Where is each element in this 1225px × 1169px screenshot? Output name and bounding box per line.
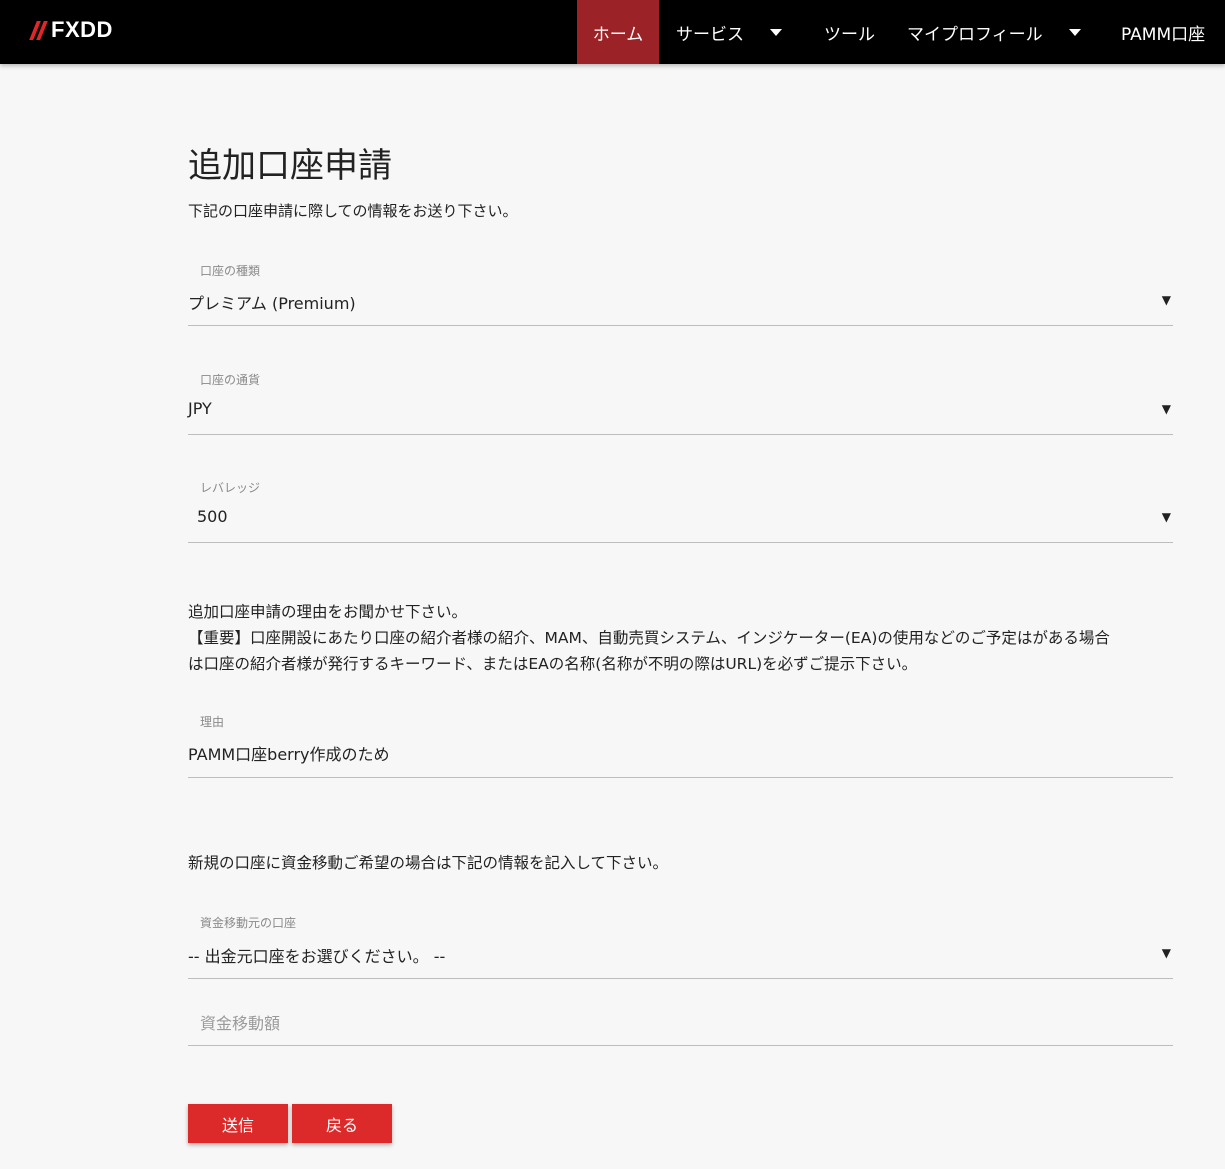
caret-down-icon — [1068, 28, 1081, 36]
nav-item-my-profile[interactable]: マイプロフィール — [907, 0, 1081, 64]
transfer-amount-input[interactable]: 資金移動額 — [188, 1000, 1173, 1046]
transfer-instructions: 新規の口座に資金移動ご希望の場合は下記の情報を記入して下さい。 — [188, 854, 669, 872]
triangle-down-icon: ▼ — [1161, 510, 1171, 524]
back-button[interactable]: 戻る — [292, 1104, 392, 1143]
transfer-source-select[interactable]: 資金移動元の口座 -- 出金元口座をお選びください。 -- ▼ — [188, 914, 1173, 979]
nav-item-label: ホーム — [592, 24, 644, 45]
page-subtitle: 下記の口座申請に際しての情報をお送り下さい。 — [188, 202, 518, 220]
leverage-select[interactable]: レバレッジ 500 ▼ — [188, 479, 1173, 543]
back-button-label: 戻る — [325, 1115, 358, 1135]
triangle-down-icon: ▼ — [1161, 402, 1171, 416]
top-navbar: FXDD ホーム サービス ツール マイプロフィール PAMM口座 — [0, 0, 1225, 64]
reason-input[interactable]: 理由 PAMM口座berry作成のため — [188, 713, 1173, 778]
nav-item-pamm[interactable]: PAMM口座 — [1121, 0, 1205, 64]
account-type-label: 口座の種類 — [200, 264, 261, 278]
currency-value: JPY — [188, 399, 212, 418]
currency-label: 口座の通貨 — [200, 373, 261, 387]
logo-text: FXDD — [51, 17, 113, 42]
nav-item-label: マイプロフィール — [907, 24, 1043, 45]
transfer-source-value: -- 出金元口座をお選びください。 -- — [188, 947, 446, 966]
nav-item-home[interactable]: ホーム — [577, 0, 659, 64]
nav-item-label: PAMM口座 — [1121, 24, 1206, 45]
transfer-source-label: 資金移動元の口座 — [200, 916, 297, 930]
reason-value: PAMM口座berry作成のため — [188, 745, 390, 764]
logo-slashes-icon — [29, 20, 48, 40]
submit-button[interactable]: 送信 — [188, 1104, 288, 1143]
currency-select[interactable]: 口座の通貨 JPY ▼ — [188, 371, 1173, 435]
fxdd-logo[interactable]: FXDD — [29, 17, 113, 43]
submit-button-label: 送信 — [221, 1115, 254, 1135]
reason-instruction-line: 追加口座申請の理由をお聞かせ下さい。 — [188, 603, 468, 621]
triangle-down-icon: ▼ — [1161, 293, 1171, 307]
account-type-select[interactable]: 口座の種類 プレミアム (Premium) ▼ — [188, 262, 1173, 326]
leverage-label: レバレッジ — [200, 481, 261, 495]
page-title: 追加口座申請 — [188, 146, 392, 186]
nav-item-tools[interactable]: ツール — [824, 0, 875, 64]
nav-item-label: ツール — [824, 24, 875, 45]
reason-instructions: 追加口座申請の理由をお聞かせ下さい。 【重要】口座開設にあたり口座の紹介者様の紹… — [188, 599, 1178, 677]
transfer-amount-placeholder: 資金移動額 — [200, 1014, 281, 1033]
reason-instruction-line: は口座の紹介者様が発行するキーワード、またはEAの名称(名称が不明の際はURL)… — [188, 655, 918, 673]
caret-down-icon — [770, 28, 782, 36]
reason-label: 理由 — [200, 715, 225, 729]
nav-item-services[interactable]: サービス — [676, 0, 782, 64]
account-type-value: プレミアム (Premium) — [188, 294, 356, 313]
reason-instruction-line: 【重要】口座開設にあたり口座の紹介者様の紹介、MAM、自動売買システム、インジケ… — [188, 629, 1110, 647]
triangle-down-icon: ▼ — [1161, 946, 1171, 960]
nav-item-label: サービス — [676, 24, 744, 45]
leverage-value: 500 — [197, 507, 228, 526]
